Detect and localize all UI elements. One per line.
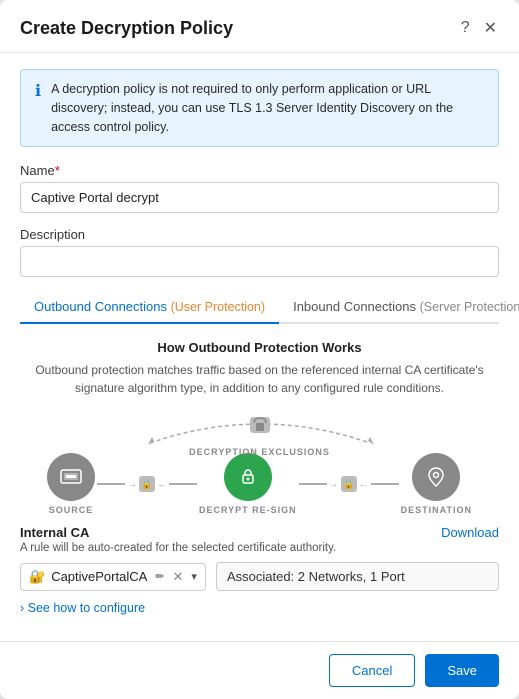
name-label: Name*: [20, 163, 499, 178]
internal-ca-row: Internal CA Download: [20, 525, 499, 540]
arrow-decrypt-to-destination: → 🔒 ←: [299, 476, 399, 492]
ca-associated: Associated: 2 Networks, 1 Port: [216, 562, 499, 591]
modal-footer: Cancel Save: [0, 641, 519, 699]
protection-desc: Outbound protection matches traffic base…: [20, 361, 499, 397]
internal-ca-label: Internal CA: [20, 525, 89, 540]
modal-title: Create Decryption Policy: [20, 18, 233, 39]
diagram-nodes: SOURCE → 🔒 ←: [47, 453, 472, 515]
name-required: *: [55, 163, 60, 178]
description-label: Description: [20, 227, 499, 242]
arrow-head-2: ←: [157, 479, 167, 490]
inbound-sub: (Server Protection): [420, 300, 519, 314]
arrow-line-4: [371, 483, 399, 485]
tab-inbound[interactable]: Inbound Connections (Server Protection): [279, 291, 519, 324]
ca-name: CaptivePortalCA: [51, 569, 147, 584]
tab-outbound[interactable]: Outbound Connections (User Protection): [20, 291, 279, 324]
exclusions-arc-svg: [130, 415, 390, 445]
outbound-protection-section: How Outbound Protection Works Outbound p…: [20, 324, 499, 625]
decrypt-resign-node: DECRYPT RE-SIGN: [199, 453, 297, 515]
info-banner-text: A decryption policy is not required to o…: [51, 80, 484, 136]
destination-node: DESTINATION: [401, 453, 472, 515]
arrow-line-2: [169, 483, 197, 485]
name-input[interactable]: [20, 182, 499, 213]
edit-icon[interactable]: ✏: [155, 570, 164, 583]
close-icon: ✕: [484, 18, 497, 38]
ca-clear-icon[interactable]: ✕: [173, 569, 184, 585]
chevron-down-icon[interactable]: [191, 570, 197, 583]
decrypt-label: DECRYPT RE-SIGN: [199, 505, 297, 515]
ca-select-row: 🔐 CaptivePortalCA ✏ ✕ Associated: 2 Netw…: [20, 562, 499, 591]
exclusions-box: DECRYPTION EXCLUSIONS: [130, 415, 390, 457]
save-button[interactable]: Save: [425, 654, 499, 687]
cancel-button[interactable]: Cancel: [329, 654, 415, 687]
arrow-line-1: [97, 483, 125, 485]
info-banner: ℹ A decryption policy is not required to…: [20, 69, 499, 147]
protection-title: How Outbound Protection Works: [20, 340, 499, 355]
decrypt-circle: [224, 453, 272, 501]
modal-header: Create Decryption Policy ? ✕: [0, 0, 519, 53]
exclusions-label: DECRYPTION EXCLUSIONS: [189, 447, 330, 457]
help-button[interactable]: ?: [459, 17, 472, 39]
arrow-head-4: ←: [359, 479, 369, 490]
ca-select-box[interactable]: 🔐 CaptivePortalCA ✏ ✕: [20, 563, 206, 591]
help-icon: ?: [461, 19, 470, 37]
arrow-head-3: →: [329, 479, 339, 490]
arrow-source-to-decrypt: → 🔒 ←: [97, 476, 197, 492]
description-field-group: Description: [20, 227, 499, 277]
arrow-head-1: →: [127, 479, 137, 490]
tabs-row: Outbound Connections (User Protection) I…: [20, 291, 499, 324]
destination-circle: [412, 453, 460, 501]
ca-icon: 🔐: [29, 569, 45, 585]
source-circle: [47, 453, 95, 501]
modal-body: ℹ A decryption policy is not required to…: [0, 53, 519, 641]
source-icon: [59, 465, 83, 489]
see-how-link[interactable]: › See how to configure: [20, 601, 145, 615]
source-node: SOURCE: [47, 453, 95, 515]
description-input[interactable]: [20, 246, 499, 277]
info-icon: ℹ: [35, 81, 41, 136]
arrow-line-3: [299, 483, 327, 485]
lock-icon-1: 🔒: [139, 476, 155, 492]
download-link[interactable]: Download: [441, 525, 499, 540]
destination-icon: [424, 465, 448, 489]
outbound-sub: (User Protection): [171, 300, 265, 314]
name-field-group: Name*: [20, 163, 499, 213]
lock-icon-2: 🔒: [341, 476, 357, 492]
header-icons: ? ✕: [459, 16, 499, 40]
destination-label: DESTINATION: [401, 505, 472, 515]
decrypt-icon: [236, 465, 260, 489]
source-label: SOURCE: [49, 505, 94, 515]
internal-ca-sub: A rule will be auto-created for the sele…: [20, 542, 499, 554]
outbound-diagram: DECRYPTION EXCLUSIONS SOURCE: [20, 415, 499, 515]
close-button[interactable]: ✕: [482, 16, 499, 40]
create-decryption-policy-modal: Create Decryption Policy ? ✕ ℹ A decrypt…: [0, 0, 519, 699]
